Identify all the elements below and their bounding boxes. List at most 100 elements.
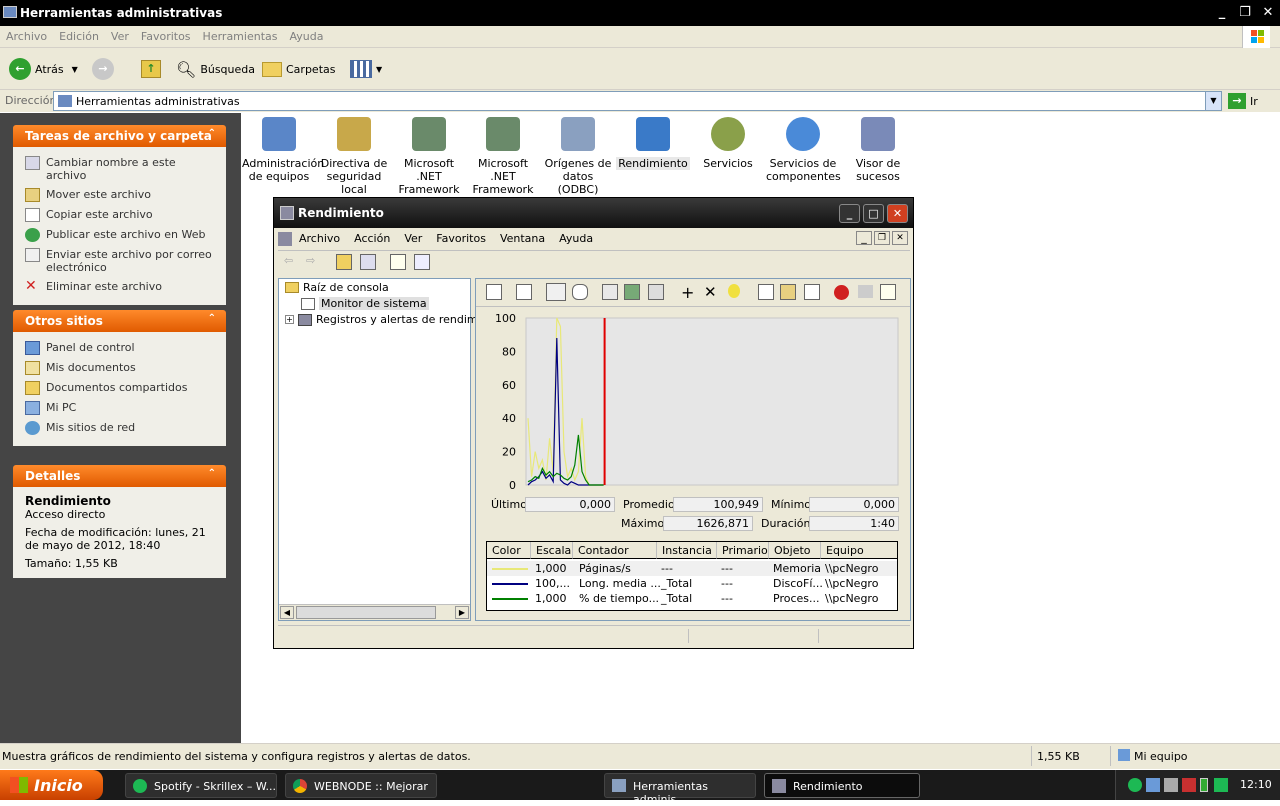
start-button[interactable]: Inicio <box>0 770 103 800</box>
taskbar-spotify[interactable]: Spotify - Skrillex – W... <box>125 773 277 798</box>
views-button[interactable]: ▼ <box>350 58 382 80</box>
current-activity-icon[interactable] <box>546 283 566 301</box>
highlight-bulb-icon[interactable] <box>728 284 740 298</box>
up-folder-button[interactable]: ↑ <box>141 58 161 80</box>
mmc-menu-favoritos[interactable]: Favoritos <box>429 229 493 248</box>
folders-button[interactable]: Carpetas <box>262 58 335 80</box>
legend-row[interactable]: 1,000 Páginas/s --- --- Memoria \\pcNegr… <box>487 561 897 576</box>
up-level-icon[interactable] <box>336 254 352 270</box>
network-places-link[interactable]: Mis sitios de red <box>25 418 216 438</box>
scroll-thumb[interactable] <box>296 606 436 619</box>
go-button[interactable]: → Ir <box>1228 93 1258 109</box>
tree-node-system-monitor[interactable]: Monitor de sistema <box>301 297 429 310</box>
collapse-icon[interactable]: ⌃ <box>208 468 216 479</box>
delete-file-link[interactable]: ✕ Eliminar este archivo <box>25 277 216 297</box>
mmc-menu-archivo[interactable]: Archivo <box>292 229 347 248</box>
legend-header-computer[interactable]: Equipo <box>821 542 897 559</box>
publish-web-link[interactable]: Publicar este archivo en Web <box>25 225 216 245</box>
export-list-icon[interactable] <box>390 254 406 270</box>
control-panel-link[interactable]: Panel de control <box>25 338 216 358</box>
menu-archivo[interactable]: Archivo <box>0 26 53 47</box>
my-documents-link[interactable]: Mis documentos <box>25 358 216 378</box>
minimize-button[interactable]: _ <box>839 204 860 223</box>
collapse-icon[interactable]: ⌃ <box>208 128 216 139</box>
search-button[interactable]: 🔍︎ Búsqueda <box>176 58 255 80</box>
menu-favoritos[interactable]: Favoritos <box>135 26 197 47</box>
maximize-button[interactable]: □ <box>863 204 884 223</box>
volume-tray-icon[interactable] <box>1164 778 1178 792</box>
taskbar-performance[interactable]: Rendimiento <box>764 773 920 798</box>
file-item[interactable]: Orígenes de datos (ODBC) <box>541 113 615 196</box>
tree-node-root[interactable]: Raíz de consola <box>285 281 389 294</box>
child-minimize-button[interactable]: _ <box>856 231 872 245</box>
network-tray-icon[interactable] <box>1146 778 1160 792</box>
menu-ver[interactable]: Ver <box>105 26 135 47</box>
paste-counter-icon[interactable] <box>780 284 796 300</box>
forward-button[interactable]: → <box>92 58 114 80</box>
mmc-menu-accion[interactable]: Acción <box>347 229 397 248</box>
graph-view-icon[interactable] <box>602 284 618 300</box>
file-item[interactable]: Administración de equipos <box>242 113 324 183</box>
file-item[interactable]: Microsoft .NET Framework ... <box>466 113 540 209</box>
menu-edicion[interactable]: Edición <box>53 26 105 47</box>
taskbar-admin-tools[interactable]: Herramientas adminis... <box>604 773 756 806</box>
security-tray-icon[interactable] <box>1182 778 1196 792</box>
add-counter-icon[interactable]: + <box>681 283 694 302</box>
report-view-icon[interactable] <box>648 284 664 300</box>
back-arrow-icon[interactable]: ⇦ <box>284 254 293 267</box>
menu-herramientas[interactable]: Herramientas <box>197 26 284 47</box>
legend-row[interactable]: 100,... Long. media ... _Total --- Disco… <box>487 576 897 591</box>
legend-header-object[interactable]: Objeto <box>769 542 821 559</box>
chevron-down-icon[interactable]: ▼ <box>1205 92 1221 110</box>
legend-header-color[interactable]: Color <box>487 542 531 559</box>
delete-counter-icon[interactable]: ✕ <box>704 283 717 301</box>
legend-header-parent[interactable]: Primario <box>717 542 769 559</box>
file-item[interactable]: Servicios <box>691 113 765 170</box>
minimize-button[interactable]: _ <box>1212 4 1232 22</box>
legend-header-instance[interactable]: Instancia <box>657 542 717 559</box>
tree-horizontal-scrollbar[interactable]: ◀ ▶ <box>279 604 470 620</box>
email-file-link[interactable]: Enviar este archivo por correo electróni… <box>25 245 216 277</box>
file-item-selected[interactable]: Rendimiento <box>616 113 690 170</box>
legend-header-scale[interactable]: Escala <box>531 542 573 559</box>
update-data-icon[interactable] <box>858 285 873 298</box>
mmc-menu-ayuda[interactable]: Ayuda <box>552 229 600 248</box>
close-button[interactable]: ✕ <box>887 204 908 223</box>
legend-header-counter[interactable]: Contador <box>573 542 657 559</box>
tree-node-logs[interactable]: + Registros y alertas de rendimie <box>285 313 487 326</box>
new-counter-set-icon[interactable] <box>486 284 502 300</box>
help-icon[interactable] <box>880 284 896 300</box>
rename-file-link[interactable]: Cambiar nombre a este archivo <box>25 153 216 185</box>
collapse-icon[interactable]: ⌃ <box>208 313 216 324</box>
scroll-right-icon[interactable]: ▶ <box>455 606 469 619</box>
mmc-menu-ver[interactable]: Ver <box>397 229 429 248</box>
clear-display-icon[interactable] <box>516 284 532 300</box>
spotify-tray-icon[interactable] <box>1128 778 1142 792</box>
device-tray-icon[interactable] <box>1214 778 1228 792</box>
child-close-button[interactable]: ✕ <box>892 231 908 245</box>
legend-row[interactable]: 1,000 % de tiempo... _Total --- Proces..… <box>487 591 897 606</box>
address-input[interactable]: Herramientas administrativas ▼ <box>53 91 1222 111</box>
forward-arrow-icon[interactable]: ⇨ <box>306 254 315 267</box>
child-restore-button[interactable]: ❐ <box>874 231 890 245</box>
my-pc-link[interactable]: Mi PC <box>25 398 216 418</box>
histogram-view-icon[interactable] <box>624 284 640 300</box>
scroll-left-icon[interactable]: ◀ <box>280 606 294 619</box>
close-button[interactable]: ✕ <box>1258 4 1278 22</box>
other-places-header[interactable]: Otros sitios ⌃ <box>13 310 226 332</box>
copy-properties-icon[interactable] <box>758 284 774 300</box>
mmc-menu-ventana[interactable]: Ventana <box>493 229 552 248</box>
restore-button[interactable]: ❐ <box>1235 4 1255 22</box>
file-item[interactable]: Servicios de componentes <box>766 113 841 183</box>
properties-icon[interactable] <box>804 284 820 300</box>
details-header[interactable]: Detalles ⌃ <box>13 465 226 487</box>
description-icon[interactable] <box>414 254 430 270</box>
taskbar-chrome[interactable]: WEBNODE :: Mejorar ... <box>285 773 437 806</box>
menu-ayuda[interactable]: Ayuda <box>283 26 329 47</box>
move-file-link[interactable]: Mover este archivo <box>25 185 216 205</box>
log-data-icon[interactable] <box>572 284 588 300</box>
copy-file-link[interactable]: Copiar este archivo <box>25 205 216 225</box>
battery-tray-icon[interactable] <box>1200 778 1208 792</box>
freeze-display-icon[interactable] <box>834 285 849 300</box>
show-tree-icon[interactable] <box>360 254 376 270</box>
